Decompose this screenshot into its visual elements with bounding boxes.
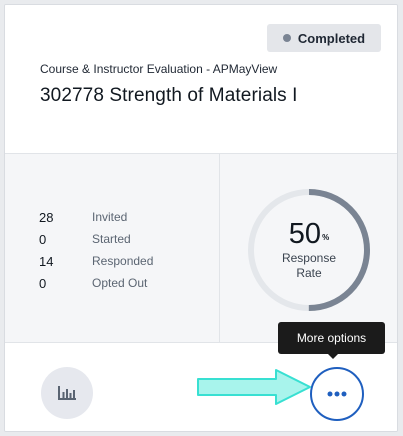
stat-label: Invited (92, 210, 128, 224)
response-rate-label: Response Rate (282, 251, 336, 281)
stat-value: 28 (39, 209, 54, 225)
course-title: 302778 Strength of Materials I (40, 85, 298, 106)
response-rate-label-line2: Rate (296, 266, 322, 280)
status-badge: Completed (267, 24, 381, 52)
status-text: Completed (297, 30, 366, 46)
stat-label: Started (92, 232, 131, 246)
percent-sign: % (322, 233, 330, 242)
stats-panel: 28 Invited 0 Started 14 Responded 0 Opte… (5, 153, 397, 343)
stat-value: 0 (39, 231, 47, 247)
response-percent: 50 % (289, 219, 329, 249)
more-dots-icon (327, 391, 347, 397)
status-dot-icon (282, 34, 291, 42)
arrow-right-icon (197, 369, 311, 405)
response-rate-value: 50 (288, 218, 322, 250)
response-rate-content: 50 % Response Rate (247, 188, 371, 312)
more-options-tooltip: More options (278, 322, 385, 354)
stat-label: Opted Out (92, 276, 148, 290)
tooltip-arrow (327, 353, 339, 359)
stat-row-opted-out: 0 Opted Out (39, 272, 153, 294)
stat-value: 14 (39, 253, 54, 269)
stat-value: 0 (39, 275, 47, 291)
card-header: Completed Course & Instructor Evaluation… (5, 5, 397, 153)
bar-chart-icon (58, 386, 76, 400)
response-rate-ring: 50 % Response Rate (247, 188, 371, 312)
stat-list: 28 Invited 0 Started 14 Responded 0 Opte… (39, 206, 153, 294)
more-options-button[interactable] (310, 367, 364, 421)
view-report-button[interactable] (41, 367, 93, 419)
stat-row-invited: 28 Invited (39, 206, 153, 228)
stat-label: Responded (92, 254, 154, 268)
response-rate-label-line1: Response (281, 251, 337, 265)
evaluation-subtitle: Course & Instructor Evaluation - APMayVi… (40, 62, 278, 76)
stat-row-responded: 14 Responded (39, 250, 153, 272)
stat-row-started: 0 Started (39, 228, 153, 250)
stats-divider (219, 154, 220, 342)
